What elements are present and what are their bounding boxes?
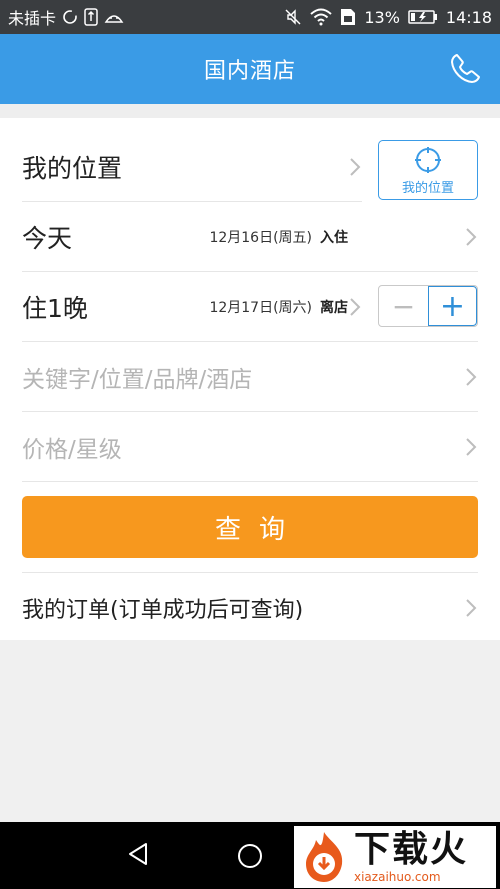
- checkin-date: 12月16日(周五): [209, 230, 312, 246]
- mute-icon: [284, 8, 302, 26]
- wifi-icon: [310, 8, 332, 26]
- android-icon: [104, 10, 124, 24]
- watermark: 下载火 xiazaihuo.com: [294, 826, 496, 888]
- checkin-label: 今天: [22, 224, 73, 253]
- decrease-nights-button[interactable]: −: [379, 286, 428, 326]
- nav-back-button[interactable]: [124, 840, 152, 872]
- chevron-right-icon: [466, 228, 477, 246]
- phone-button[interactable]: [446, 50, 484, 88]
- location-row[interactable]: 我的位置: [22, 132, 362, 202]
- keyword-input[interactable]: 关键字/位置/品牌/酒店: [22, 360, 252, 394]
- chevron-right-icon: [350, 298, 361, 316]
- watermark-cn: 下载火: [354, 829, 469, 870]
- price-row[interactable]: 价格/星级: [22, 412, 478, 482]
- divider: [22, 481, 478, 482]
- my-orders-label: 我的订单(订单成功后可查询): [22, 598, 304, 623]
- nights-label: 住1晚: [22, 294, 88, 323]
- watermark-en: xiazaihuo.com: [354, 870, 441, 884]
- spacer: [0, 104, 500, 118]
- price-filter[interactable]: 价格/星级: [22, 430, 122, 464]
- clock: 14:18: [445, 7, 492, 27]
- search-button[interactable]: 查询: [22, 496, 478, 558]
- checkin-row[interactable]: 今天 12月16日(周五) 入住: [22, 202, 478, 272]
- nav-home-button[interactable]: [236, 842, 264, 874]
- status-bar: 未插卡 13% 14:18: [0, 0, 500, 34]
- battery-icon: [408, 9, 438, 25]
- page-title: 国内酒店: [203, 59, 296, 84]
- back-triangle-icon: [129, 843, 147, 865]
- my-orders-row[interactable]: 我的订单(订单成功后可查询): [22, 573, 478, 643]
- checkout-row[interactable]: 住1晚 12月17日(周六) 离店: [22, 272, 362, 342]
- chevron-right-icon: [466, 438, 477, 456]
- nights-stepper: − +: [378, 285, 478, 327]
- checkout-date: 12月17日(周六): [209, 300, 312, 316]
- my-location-button-label: 我的位置: [401, 180, 454, 196]
- phone-icon: [451, 54, 480, 83]
- my-location-button[interactable]: 我的位置: [378, 140, 478, 200]
- crosshair-icon: [415, 146, 441, 173]
- usb-icon: [84, 8, 98, 26]
- chevron-right-icon: [350, 158, 361, 176]
- checkin-date-group: 12月16日(周五) 入住: [209, 227, 348, 247]
- checkout-tag: 离店: [320, 300, 348, 316]
- increase-nights-button[interactable]: +: [427, 286, 477, 326]
- home-circle-icon: [238, 844, 262, 868]
- fire-logo-icon: [306, 832, 343, 882]
- battery-percent: 13%: [364, 7, 400, 27]
- title-bar: 国内酒店: [0, 34, 500, 104]
- checkin-tag: 入住: [320, 230, 348, 246]
- location-label: 我的位置: [22, 154, 123, 183]
- sim-icon: [340, 8, 356, 26]
- chevron-right-icon: [466, 599, 477, 617]
- sync-icon: [62, 9, 78, 25]
- keyword-row[interactable]: 关键字/位置/品牌/酒店: [22, 342, 478, 412]
- carrier-text: 未插卡: [8, 9, 57, 28]
- chevron-right-icon: [466, 368, 477, 386]
- checkout-date-group: 12月17日(周六) 离店: [209, 297, 348, 317]
